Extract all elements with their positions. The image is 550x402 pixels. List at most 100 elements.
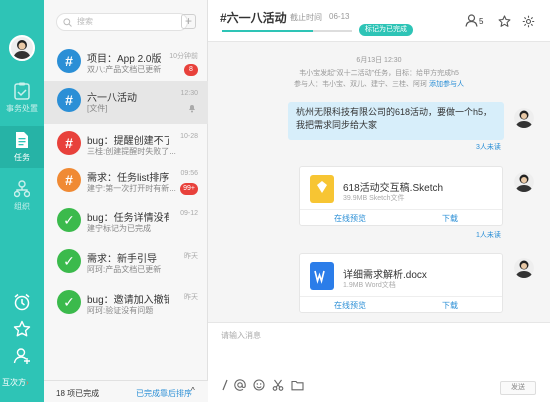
list-item[interactable]: # 项目：App 2.0版 双八:产品文档已更新 10分钟前 8 (44, 42, 208, 85)
search-icon (63, 18, 72, 27)
member-count: 5 (479, 17, 484, 26)
hash-icon: # (57, 168, 81, 192)
add-button[interactable]: + (181, 14, 196, 29)
preview-button[interactable]: 在线预览 (334, 300, 366, 311)
file-name: 618活动交互稿.Sketch (343, 183, 444, 194)
avatar[interactable] (514, 108, 534, 128)
chevron-up-icon[interactable]: ^ (191, 386, 195, 395)
item-subtitle: 建宁:第一次打开时有新... (87, 184, 176, 193)
file-card[interactable]: 618活动交互稿.Sketch 39.9MB Sketch文件 在线预览 下载 (299, 166, 503, 226)
check-icon: ✓ (57, 290, 81, 314)
brand-text: 互次方 (2, 378, 26, 387)
avatar[interactable] (514, 172, 534, 192)
gear-icon[interactable] (522, 15, 535, 28)
item-time: 09:56 (180, 170, 198, 177)
file-actions: 在线预览 下载 (300, 209, 502, 225)
nav-affairs[interactable]: 事务处置 (0, 78, 44, 118)
deadline-label: 截止时间 (290, 13, 322, 22)
message-date: 6月13日 12:30 (356, 57, 402, 64)
members-icon[interactable] (465, 14, 478, 27)
hash-icon: # (57, 88, 81, 112)
completed-count: 18 项已完成 (56, 389, 100, 398)
alarm-icon[interactable] (13, 293, 31, 314)
mark-complete-button[interactable]: 标记为已完成 (359, 24, 413, 36)
task-list-panel: 搜索 + # 项目：App 2.0版 双八:产品文档已更新 10分钟前 8 # … (44, 0, 208, 402)
send-button[interactable]: 发送 (500, 381, 536, 395)
item-title: 项目：App 2.0版 (87, 54, 162, 65)
nav-tasks-label: 任务 (14, 153, 30, 162)
brand-footer[interactable]: 互次方› (2, 377, 29, 388)
star-icon[interactable] (13, 320, 31, 341)
list-item[interactable]: ✓ bug：邀请加入撤销... 阿珂:验证没有问题 昨天 (44, 283, 208, 326)
file-card[interactable]: 详细需求解析.docx 1.9MB Word文档 在线预览 下载 (299, 253, 503, 313)
star-icon[interactable] (498, 15, 511, 28)
progress-fill (222, 30, 313, 32)
page-title: #六一八活动 (220, 11, 287, 25)
download-button[interactable]: 下载 (442, 213, 458, 224)
search-input[interactable]: 搜索 (56, 13, 188, 31)
item-title: 六一八活动 (87, 93, 137, 104)
clipboard-icon (14, 82, 30, 100)
file-meta: 39.9MB Sketch文件 (343, 195, 405, 202)
chat-panel: #六一八活动 截止时间 06-13 标记为已完成 5 6月13日 12:30 韦… (208, 0, 550, 402)
item-time: 10分钟前 (169, 53, 198, 60)
item-subtitle: 双八:产品文档已更新 (87, 65, 162, 74)
unread-badge: 99+ (180, 183, 198, 195)
item-title: bug：任务详情没有... (87, 213, 169, 224)
list-item[interactable]: # 六一八活动 [文件] 12:30 (44, 81, 208, 124)
download-button[interactable]: 下载 (442, 300, 458, 311)
slash-icon[interactable] (220, 379, 230, 394)
sketch-file-icon (310, 175, 334, 203)
mention-icon[interactable] (234, 379, 246, 394)
system-message: 韦小宝发起"双十二活动"任务，目标：给甲方完成h5 (299, 70, 459, 77)
sort-completed-link[interactable]: 已完成靠后排序 (136, 388, 192, 399)
left-rail: 事务处置 任务 组织 互次方› (0, 0, 44, 402)
preview-button[interactable]: 在线预览 (334, 213, 366, 224)
add-participant-link[interactable]: 添加参与人 (429, 81, 464, 88)
word-file-icon (310, 262, 334, 290)
item-subtitle: [文件] (87, 104, 108, 113)
nav-affairs-label: 事务处置 (6, 104, 38, 113)
item-title: 需求：任务list排序... (87, 173, 169, 184)
list-item[interactable]: ✓ bug：任务详情没有... 建宁标记为已完成 09-12 (44, 201, 208, 244)
unread-receipt[interactable]: 3人未读 (476, 142, 501, 152)
message-input[interactable]: 请输入消息 (221, 330, 261, 341)
user-avatar[interactable] (9, 35, 35, 61)
message-input-area[interactable]: 请输入消息 发送 (208, 322, 550, 402)
check-icon: ✓ (57, 208, 81, 232)
emoji-icon[interactable] (253, 379, 265, 394)
org-icon (14, 180, 30, 198)
chat-header: #六一八活动 截止时间 06-13 标记为已完成 5 (208, 0, 550, 42)
hash-icon: # (57, 49, 81, 73)
search-placeholder: 搜索 (77, 17, 93, 26)
hash-icon: # (57, 131, 81, 155)
unread-receipt[interactable]: 1人未读 (476, 230, 501, 240)
item-title: bug：提醒创建不了 (87, 136, 169, 147)
item-subtitle: 建宁标记为已完成 (87, 224, 151, 233)
item-subtitle: 阿珂:产品文档已更新 (87, 265, 162, 274)
participants-line: 参与人：韦小宝、双儿、建宁、三桂、阿珂 添加参与人 (208, 79, 550, 89)
item-time: 10-28 (180, 133, 198, 140)
list-item[interactable]: # 需求：任务list排序... 建宁:第一次打开时有新... 09:56 99… (44, 161, 208, 204)
progress-bar (222, 30, 352, 32)
check-icon: ✓ (57, 249, 81, 273)
add-user-icon[interactable] (13, 347, 31, 368)
file-actions: 在线预览 下载 (300, 296, 502, 312)
file-name: 详细需求解析.docx (343, 270, 427, 281)
folder-icon[interactable] (291, 379, 304, 394)
document-icon (16, 132, 28, 148)
item-subtitle: 阿珂:验证没有问题 (87, 306, 154, 315)
item-time: 12:30 (180, 90, 198, 97)
mute-icon (189, 105, 195, 113)
item-title: 需求：新手引导 (87, 254, 157, 265)
message-bubble[interactable]: 杭州无限科技有限公司的618活动，要做一个h5，我把需求同步给大家 (288, 102, 504, 140)
nav-org[interactable]: 组织 (0, 176, 44, 216)
list-item[interactable]: ✓ 需求：新手引导 阿珂:产品文档已更新 昨天 (44, 242, 208, 285)
nav-org-label: 组织 (14, 202, 30, 211)
nav-tasks[interactable]: 任务 (0, 126, 44, 168)
item-time: 昨天 (184, 253, 198, 260)
avatar[interactable] (514, 258, 534, 278)
scissors-icon[interactable] (272, 379, 284, 394)
item-time: 09-12 (180, 210, 198, 217)
deadline-value[interactable]: 06-13 (329, 12, 349, 21)
